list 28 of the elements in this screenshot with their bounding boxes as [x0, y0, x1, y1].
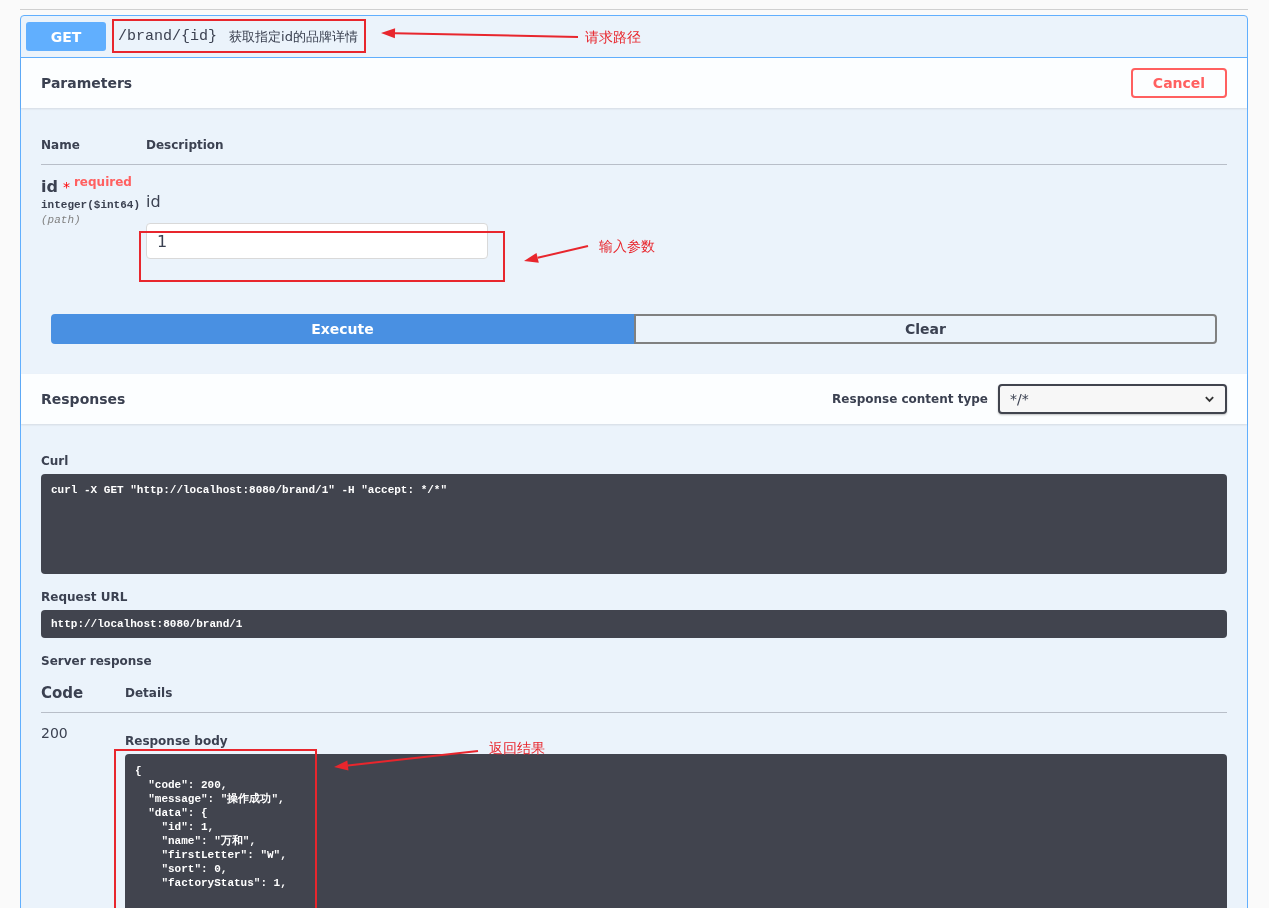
status-code: 200 — [41, 725, 69, 743]
field-label: Response content type — [832, 392, 988, 406]
annotation-label: 请求路径 — [585, 29, 641, 47]
endpoint-summary: 获取指定id的品牌详情 — [229, 27, 358, 46]
code-block: curl -X GET "http://localhost:8080/brand/1" -H "accept: */*" — [41, 474, 1227, 574]
input-field[interactable]: 1 — [146, 223, 488, 259]
parameter-location: (path) — [41, 214, 82, 226]
endpoint-path: /brand/{id} — [118, 28, 218, 45]
section-label: Curl — [41, 454, 70, 468]
parameter-type: integer($int64) — [41, 199, 142, 211]
content-type-select[interactable]: */* — [998, 384, 1227, 414]
code-block: { "code": 200, "message": "操作成功", "data": { "id": 1, "name": "万和", "firstLetter": "W", "sort": 0, "factoryStatus": 1, — [125, 754, 1227, 908]
column-header: Name — [41, 138, 81, 152]
clear-button[interactable]: Clear — [634, 314, 1217, 344]
section-title: Parameters — [41, 75, 133, 91]
section-label: Server response — [41, 654, 153, 668]
section-label: Request URL — [41, 590, 129, 604]
column-header: Code — [41, 684, 85, 702]
annotation-label: 输入参数 — [599, 238, 655, 256]
section-title: Responses — [41, 391, 126, 407]
parameter-name: id — [41, 177, 58, 196]
code-block: http://localhost:8080/brand/1 — [41, 610, 1227, 638]
parameter-description: id — [146, 192, 162, 211]
column-header: Description — [146, 138, 224, 152]
chevron-down-icon — [1204, 395, 1215, 403]
required-label: required — [73, 175, 132, 189]
required-mark: * — [62, 179, 70, 195]
column-header: Details — [125, 686, 173, 700]
